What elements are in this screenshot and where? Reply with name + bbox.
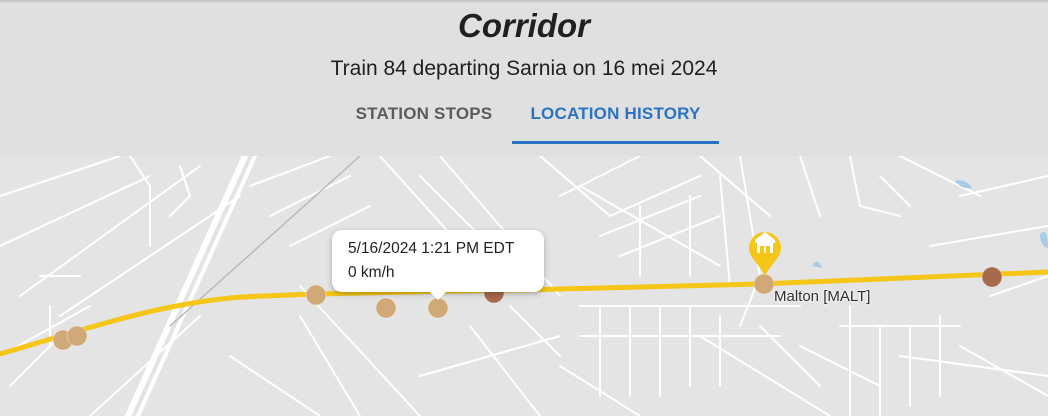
tab-location-history[interactable]: LOCATION HISTORY bbox=[512, 100, 719, 144]
water-features bbox=[812, 180, 1048, 268]
position-marker[interactable] bbox=[305, 284, 327, 306]
tab-station-stops[interactable]: STATION STOPS bbox=[336, 100, 512, 144]
highways bbox=[125, 156, 361, 416]
tooltip-arrow bbox=[428, 290, 448, 300]
active-tab-indicator bbox=[512, 141, 719, 144]
header: Corridor Train 84 departing Sarnia on 16… bbox=[0, 0, 1048, 156]
trip-subtitle: Train 84 departing Sarnia on 16 mei 2024 bbox=[330, 57, 718, 80]
header-shadow bbox=[0, 0, 1048, 3]
station-label: Malton [MALT] bbox=[774, 288, 871, 305]
tooltip-timestamp: 5/16/2024 1:21 PM EDT bbox=[348, 240, 515, 257]
position-marker[interactable] bbox=[66, 325, 88, 347]
position-marker[interactable] bbox=[427, 297, 449, 319]
page-title: Corridor bbox=[458, 7, 590, 44]
position-marker[interactable] bbox=[981, 266, 1003, 288]
station-pin[interactable] bbox=[749, 232, 781, 276]
tooltip-speed: 0 km/h bbox=[348, 264, 395, 281]
position-marker[interactable] bbox=[375, 297, 397, 319]
map-view[interactable]: Malton [MALT] 5/16/2024 1:21 PM EDT 0 km… bbox=[0, 156, 1048, 416]
position-marker[interactable] bbox=[753, 273, 775, 295]
position-tooltip: 5/16/2024 1:21 PM EDT 0 km/h bbox=[332, 230, 544, 300]
